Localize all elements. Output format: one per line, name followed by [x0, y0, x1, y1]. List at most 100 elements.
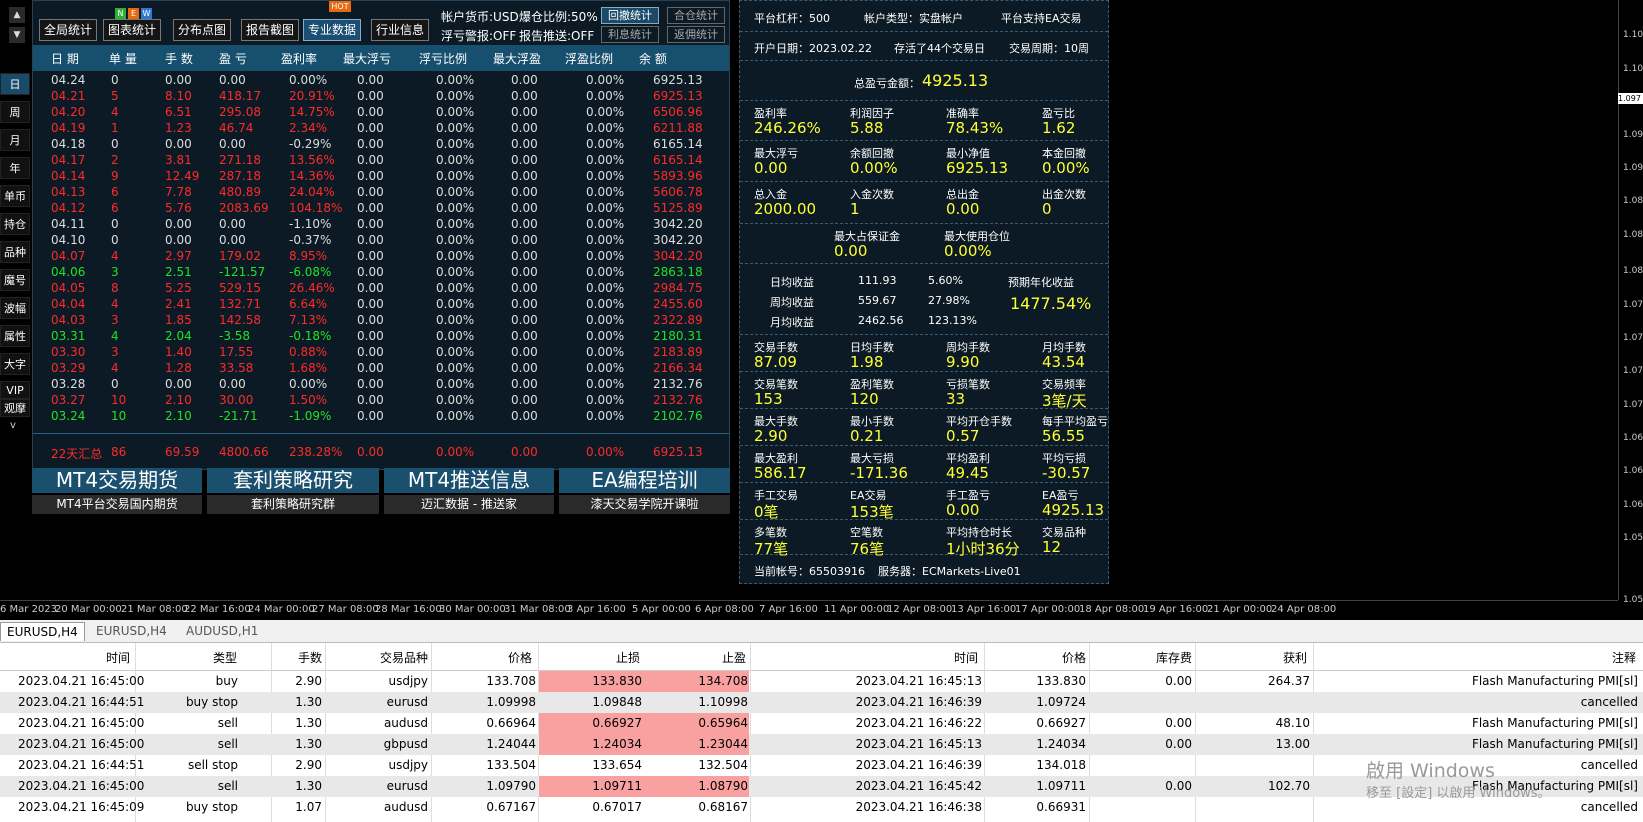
- order-cell-ctime: 2023.04.21 16:45:13: [855, 737, 982, 751]
- time-tick: 24 Apr 08:00: [1271, 604, 1337, 615]
- rebate-stats-button[interactable]: 返佣统计: [667, 26, 725, 43]
- stat-value: 0.00: [946, 501, 980, 519]
- daily-row: 03.27 10 2.10 30.00 1.50% 0.00 0.00% 0.00 0.00% 2…: [33, 393, 729, 409]
- order-row[interactable]: 2023.04.21 16:44:51 buy stop 1.30 eurusd 1.0…: [0, 692, 1643, 713]
- banner-mt4-futures[interactable]: MT4交易期货 MT4平台交易国内期货: [32, 468, 202, 514]
- order-cell-lots: 2.90: [295, 674, 322, 688]
- daily-cell-maxgain: 0.00: [511, 409, 538, 423]
- interest-stats-button[interactable]: 利息统计: [601, 26, 659, 43]
- side-button-9[interactable]: 属性: [0, 325, 30, 347]
- hdr-sl: 止损: [616, 651, 641, 665]
- scroll-down-icon[interactable]: ▼: [9, 27, 25, 43]
- chart-stats-button[interactable]: 图表统计: [103, 19, 161, 41]
- price-tick: 1.085: [1623, 230, 1643, 240]
- daily-cell-rate: 24.04%: [289, 185, 335, 199]
- daily-cell-maxgain: 0.00: [511, 377, 538, 391]
- daily-row: 04.03 3 1.85 142.58 7.13% 0.00 0.00% 0.00 0.00% 2…: [33, 313, 729, 329]
- side-button-11[interactable]: VIP: [0, 381, 30, 399]
- daily-cell-date: 04.13: [51, 185, 86, 199]
- side-button-5[interactable]: 持仓: [0, 213, 30, 235]
- order-cell-cprice: 134.018: [1036, 758, 1086, 772]
- daily-cell-maxgain: 0.00: [511, 153, 538, 167]
- daily-cell-count: 0: [111, 377, 119, 391]
- daily-cell-rate: 26.46%: [289, 281, 335, 295]
- tab-audusd-h1[interactable]: AUDUSD,H1: [180, 622, 264, 640]
- scroll-up-icon[interactable]: ▲: [9, 7, 25, 23]
- order-cell-sl: 1.24034: [592, 737, 642, 751]
- daily-cell-lossratio: 0.00%: [436, 329, 475, 343]
- tab-eurusd-h4-2[interactable]: EURUSD,H4: [90, 622, 173, 640]
- order-row[interactable]: 2023.04.21 16:45:00 buy 2.90 usdjpy 133.708 1…: [0, 671, 1643, 692]
- hdr-price: 价格: [508, 651, 533, 665]
- daily-cell-maxgain: 0.00: [511, 169, 538, 183]
- daily-cell-rate: 1.50%: [289, 393, 328, 407]
- daily-cell-maxloss: 0.00: [357, 137, 384, 151]
- tab-eurusd-h4[interactable]: EURUSD,H4: [0, 622, 85, 641]
- pro-data-button[interactable]: 专业数据: [303, 19, 361, 41]
- summary-label: 22天汇总: [51, 447, 103, 461]
- side-button-6[interactable]: 品种: [0, 241, 30, 263]
- daily-cell-gainratio: 0.00%: [586, 73, 625, 87]
- side-button-8[interactable]: 波幅: [0, 297, 30, 319]
- order-cell-profit: 48.10: [1275, 716, 1310, 730]
- time-tick: 13 Apr 16:00: [951, 604, 1017, 615]
- distribution-chart-button[interactable]: 分布点图: [173, 19, 231, 41]
- order-row[interactable]: 2023.04.21 16:45:00 sell 1.30 gbpusd 1.24044…: [0, 734, 1643, 755]
- global-stats-button[interactable]: 全局统计: [39, 19, 97, 41]
- banner-title: EA编程培训: [559, 468, 730, 493]
- daily-cell-maxloss: 0.00: [357, 153, 384, 167]
- daily-cell-count: 0: [111, 137, 119, 151]
- daily-cell-maxloss: 0.00: [357, 249, 384, 263]
- side-button-3[interactable]: 年: [0, 157, 30, 179]
- side-button-1[interactable]: 周: [0, 101, 30, 123]
- daily-cell-date: 04.11: [51, 217, 86, 231]
- daily-cell-maxgain: 0.00: [511, 73, 538, 87]
- weekly-avg-amount: 559.67: [858, 294, 897, 307]
- drawdown-stats-button[interactable]: 回撤统计: [601, 7, 659, 24]
- banner-mt4-push[interactable]: MT4推送信息 迈汇数据 - 推送家: [384, 468, 554, 514]
- margin-call-ratio: 爆仓比例:50%: [519, 10, 598, 24]
- account-type: 帐户类型：实盘帐户: [864, 12, 963, 25]
- daily-row: 03.24 10 2.10 -21.71 -1.09% 0.00 0.00% 0.00 0.00…: [33, 409, 729, 425]
- daily-cell-lossratio: 0.00%: [436, 265, 475, 279]
- industry-info-button[interactable]: 行业信息: [371, 19, 429, 41]
- order-cell-time: 2023.04.21 16:45:00: [18, 737, 145, 751]
- daily-cell-lots: 2.51: [165, 265, 192, 279]
- time-tick: 31 Mar 08:00: [504, 604, 571, 615]
- daily-cell-lots: 0.00: [165, 73, 192, 87]
- daily-cell-gainratio: 0.00%: [586, 201, 625, 215]
- summary-gain-ratio: 0.00%: [586, 445, 625, 459]
- order-row[interactable]: 2023.04.21 16:45:00 sell 1.30 audusd 0.66964…: [0, 713, 1643, 734]
- side-button-0[interactable]: 日: [0, 73, 30, 95]
- daily-cell-pl: 480.89: [219, 185, 261, 199]
- daily-cell-balance: 2984.75: [653, 281, 703, 295]
- order-cell-ctime: 2023.04.21 16:46:39: [855, 758, 982, 772]
- daily-cell-count: 4: [111, 297, 119, 311]
- order-cell-lots: 1.30: [295, 737, 322, 751]
- banner-arbitrage[interactable]: 套利策略研究 套利策略研究群: [207, 468, 379, 514]
- report-screenshot-button[interactable]: 报告截图: [241, 19, 299, 41]
- more-chevron-icon[interactable]: v: [10, 420, 16, 431]
- daily-cell-lots: 0.00: [165, 377, 192, 391]
- order-cell-price: 133.504: [486, 758, 536, 772]
- daily-cell-pl: 142.58: [219, 313, 261, 327]
- daily-cell-rate: -6.08%: [289, 265, 332, 279]
- daily-cell-balance: 6925.13: [653, 89, 703, 103]
- side-button-12[interactable]: 观摩: [0, 399, 30, 417]
- open-date: 开户日期：2023.02.22: [754, 42, 872, 55]
- daily-cell-lots: 2.97: [165, 249, 192, 263]
- daily-cell-count: 3: [111, 265, 119, 279]
- daily-cell-maxgain: 0.00: [511, 361, 538, 375]
- side-button-10[interactable]: 大字: [0, 353, 30, 375]
- daily-cell-rate: 8.95%: [289, 249, 328, 263]
- order-cell-sl: 133.830: [592, 674, 642, 688]
- side-button-2[interactable]: 月: [0, 129, 30, 151]
- position-merge-stats-button[interactable]: 合仓统计: [667, 7, 725, 24]
- daily-cell-maxloss: 0.00: [357, 265, 384, 279]
- side-button-4[interactable]: 单币: [0, 185, 30, 207]
- daily-cell-lossratio: 0.00%: [436, 137, 475, 151]
- daily-cell-rate: 2.34%: [289, 121, 328, 135]
- side-button-7[interactable]: 魔号: [0, 269, 30, 291]
- banner-ea-training[interactable]: EA编程培训 漆天交易学院开课啦: [559, 468, 730, 514]
- order-cell-type: sell: [217, 716, 238, 730]
